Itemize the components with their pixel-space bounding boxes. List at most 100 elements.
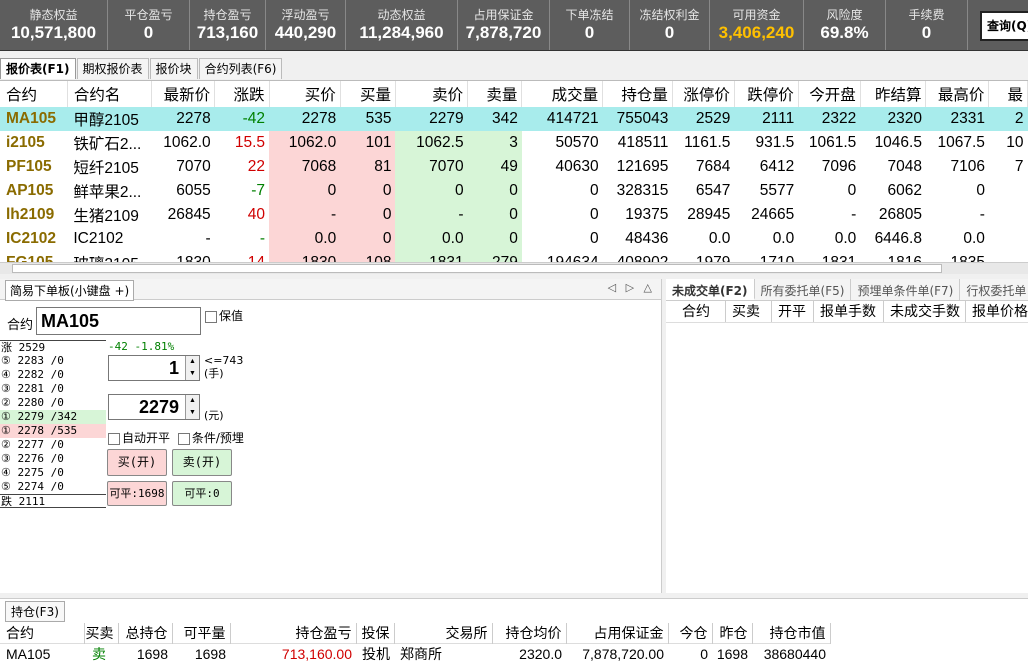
ask-level-1[interactable]: ① 2279 /342 xyxy=(0,410,106,424)
ask-level-3[interactable]: ③ 2281 /0 xyxy=(0,382,106,396)
tab-quote-table[interactable]: 报价表(F1) xyxy=(0,58,76,79)
sell-open-button[interactable]: 卖(开) xyxy=(172,449,232,476)
position-cell: 投机 xyxy=(356,643,394,664)
bid-level-4[interactable]: ④ 2275 /0 xyxy=(0,466,106,480)
quote-header-col[interactable]: 最 xyxy=(988,81,1028,107)
positions-header-col[interactable]: 持仓市值 xyxy=(752,623,831,644)
quote-header-col[interactable]: 卖量 xyxy=(467,81,523,107)
quote-cell: 1831 xyxy=(798,251,860,262)
positions-header-col[interactable]: 昨仓 xyxy=(712,623,753,644)
quote-cell: 2278 xyxy=(151,107,215,131)
bid-level-2[interactable]: ② 2277 /0 xyxy=(0,438,106,452)
quote-cell: 2111 xyxy=(734,107,799,131)
horizontal-scrollbar[interactable] xyxy=(0,262,1028,274)
stat-margin: 占用保证金 7,878,720 xyxy=(458,0,550,50)
quote-cell: 28945 xyxy=(687,206,731,223)
quote-row[interactable]: AP105 鲜苹果2... 6055 -7 0 0 0 0 0 328315 6547 5577 0 60… xyxy=(0,179,1028,203)
quote-row[interactable]: PF105 短纤2105 7070 22 7068 81 7070 49 40630 121695… xyxy=(0,155,1028,179)
quote-cell: 14 xyxy=(215,251,269,262)
col-unfilled-qty[interactable]: 未成交手数 xyxy=(884,301,966,322)
quote-row[interactable]: IC2102 IC2102- -0.0 0 0.0 0 0 48436 0.0 0.0 0.0 644… xyxy=(0,227,1028,251)
col-contract[interactable]: 合约 xyxy=(666,301,726,322)
positions-header-col[interactable]: 持仓盈亏 xyxy=(230,623,357,644)
positions-header-col[interactable]: 买卖 xyxy=(84,623,119,644)
quote-header-col[interactable]: 今开盘 xyxy=(798,81,861,107)
quote-header-col[interactable]: 昨结算 xyxy=(860,81,927,107)
quote-cell: -42 xyxy=(214,107,270,131)
quote-header-col[interactable]: 跌停价 xyxy=(734,81,799,107)
quantity-stepper[interactable]: 1 ▲ ▼ xyxy=(108,355,200,381)
positions-header-col[interactable]: 今仓 xyxy=(668,623,713,644)
positions-header-col[interactable]: 投保 xyxy=(356,623,395,644)
quote-cell: 0.0 xyxy=(834,230,857,247)
col-direction[interactable]: 买卖 xyxy=(726,301,772,322)
quote-header-col[interactable]: 涨停价 xyxy=(672,81,735,107)
panel-nav-icons[interactable]: ◁ ▷ △ xyxy=(608,281,655,294)
quote-cell: 7070 xyxy=(176,158,211,175)
quote-header-col[interactable]: 合约名 xyxy=(67,81,153,107)
positions-header-col[interactable]: 总持仓 xyxy=(118,623,173,644)
close-sell-button[interactable]: 可平:0 xyxy=(172,481,232,506)
positions-header-col[interactable]: 交易所 xyxy=(394,623,493,644)
quote-header-col[interactable]: 卖价 xyxy=(395,81,469,107)
tab-option-quotes[interactable]: 期权报价表 xyxy=(76,58,149,79)
tab-all-orders[interactable]: 所有委托单(F5) xyxy=(755,279,852,300)
quote-row[interactable]: MA105 甲醇2105 2278 -42 2278 535 2279 342 414721 75… xyxy=(0,107,1028,131)
ask-level-5[interactable]: ⑤ 2283 /0 xyxy=(0,354,106,368)
quote-header-col[interactable]: 最高价 xyxy=(925,81,990,107)
quote-header-col[interactable]: 最新价 xyxy=(151,81,216,107)
quote-cell-code: lh2109 xyxy=(6,206,55,223)
condition-preorder-checkbox[interactable]: 条件/预埋 xyxy=(177,431,244,445)
quote-header-col[interactable]: 买量 xyxy=(340,81,396,107)
col-open-close[interactable]: 开平 xyxy=(772,301,814,322)
tab-contract-list[interactable]: 合约列表(F6) xyxy=(198,58,283,79)
order-panel-title[interactable]: 简易下单板(小键盘 +) xyxy=(5,280,135,301)
quote-row[interactable]: lh2109 生猪2109 26845 40-0-0 0 19375 28945 24665-… xyxy=(0,203,1028,227)
close-buy-button[interactable]: 可平:1698 xyxy=(107,481,167,506)
spin-arrows-icon[interactable]: ▲ ▼ xyxy=(185,356,199,380)
positions-header-col[interactable]: 可平量 xyxy=(172,623,231,644)
quote-cell: 2320 xyxy=(860,107,926,131)
quote-cell: 玻璃2105 xyxy=(67,251,151,262)
tab-positions[interactable]: 持仓(F3) xyxy=(5,601,65,622)
positions-panel: 持仓(F3) 合约 买卖 总持仓 可平量 持仓盈亏 投保 交易所 持仓均价 占用保证金 今仓 昨仓持… xyxy=(0,598,1028,664)
query-button[interactable]: 查询(Q) xyxy=(980,11,1028,41)
contract-input[interactable]: MA105 xyxy=(36,307,201,335)
positions-header-col[interactable]: 持仓均价 xyxy=(492,623,567,644)
buy-open-button[interactable]: 买(开) xyxy=(107,449,167,476)
quote-cell: 279 xyxy=(467,251,522,262)
tab-preorder-conditional[interactable]: 预埋单条件单(F7) xyxy=(851,279,961,300)
quote-header-col[interactable]: 涨跌 xyxy=(214,81,270,107)
col-order-qty[interactable]: 报单手数 xyxy=(814,301,884,322)
bid-level-1[interactable]: ① 2278 /535 xyxy=(0,424,106,438)
checkbox-icon[interactable] xyxy=(177,432,190,445)
limit-up-price[interactable]: 涨 2529 xyxy=(0,340,106,354)
checkbox-icon[interactable] xyxy=(205,310,217,323)
col-order-price[interactable]: 报单价格 xyxy=(966,301,1028,322)
quote-row[interactable]: FG105玻璃210518301418301081831279194634408… xyxy=(0,251,1028,262)
scrollbar-thumb[interactable] xyxy=(12,264,942,273)
quote-cell: 2278 xyxy=(269,107,341,131)
ask-level-2[interactable]: ② 2280 /0 xyxy=(0,396,106,410)
checkbox-icon[interactable] xyxy=(108,432,120,445)
positions-header-col[interactable]: 占用保证金 xyxy=(566,623,669,644)
tab-quote-block[interactable]: 报价块 xyxy=(149,58,198,79)
auto-open-close-checkbox[interactable]: 自动开平 xyxy=(108,431,170,445)
quote-cell: 101 xyxy=(340,131,396,155)
quote-row[interactable]: i2105 铁矿石2... 1062.0 15.5 1062.0 101 1062.5 3 50… xyxy=(0,131,1028,155)
price-stepper[interactable]: 2279 ▲ ▼ xyxy=(108,394,200,420)
bid-level-5[interactable]: ⑤ 2274 /0 xyxy=(0,480,106,494)
tab-pending-orders[interactable]: 未成交单(F2) xyxy=(666,279,755,300)
quote-header-col[interactable]: 合约 xyxy=(0,81,68,107)
ask-level-4[interactable]: ④ 2282 /0 xyxy=(0,368,106,382)
limit-down-price[interactable]: 跌 2111 xyxy=(0,494,106,508)
quote-header-col[interactable]: 买价 xyxy=(269,81,341,107)
quote-header-col[interactable]: 成交量 xyxy=(521,81,604,107)
quote-header-col[interactable]: 持仓量 xyxy=(602,81,673,107)
bid-level-3[interactable]: ③ 2276 /0 xyxy=(0,452,106,466)
spin-arrows-icon[interactable]: ▲ ▼ xyxy=(185,395,199,419)
tab-exercise-orders[interactable]: 行权委托单 xyxy=(960,279,1028,300)
positions-header-col[interactable]: 合约 xyxy=(0,623,85,644)
hedge-checkbox[interactable]: 保值 xyxy=(205,307,243,324)
position-row[interactable]: MA105 卖 1698 1698 713,160.00 投机 郑商所 2320.0 7,878… xyxy=(0,643,830,664)
